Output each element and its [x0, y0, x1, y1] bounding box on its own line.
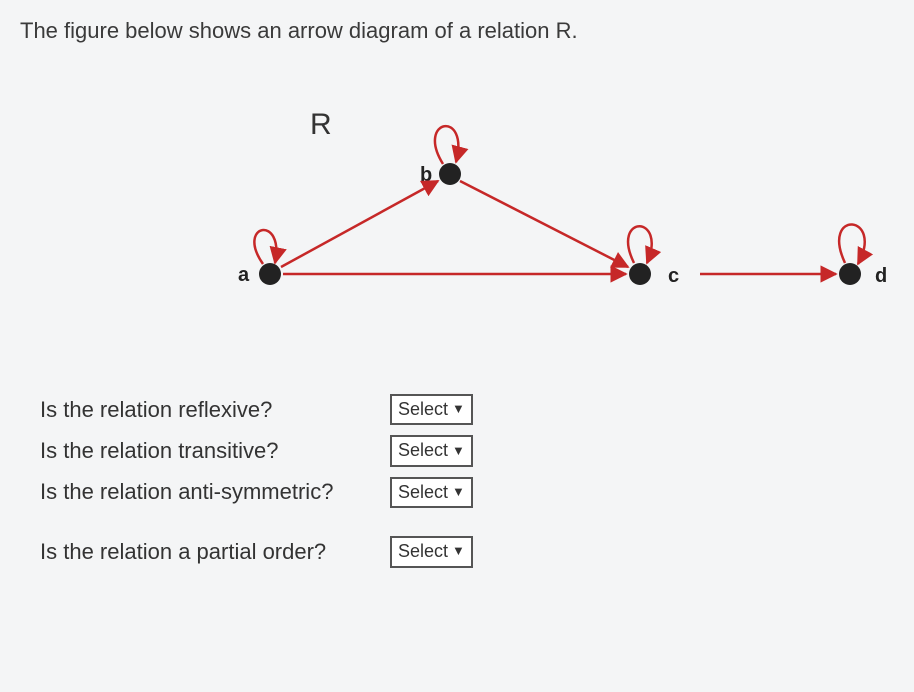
- question-label: Is the relation a partial order?: [40, 539, 390, 565]
- question-prompt: The figure below shows an arrow diagram …: [20, 18, 894, 44]
- loop-a: [254, 230, 276, 264]
- select-antisymmetric[interactable]: Select ▼: [390, 477, 473, 508]
- node-label-b: b: [420, 164, 432, 186]
- loop-c: [628, 226, 652, 263]
- question-label: Is the relation transitive?: [40, 438, 390, 464]
- node-b: [439, 163, 461, 185]
- select-reflexive[interactable]: Select ▼: [390, 394, 473, 425]
- question-label: Is the relation reflexive?: [40, 397, 390, 423]
- select-transitive[interactable]: Select ▼: [390, 435, 473, 466]
- node-label-c: c: [668, 265, 679, 287]
- loop-d: [839, 224, 865, 264]
- edge-a-b: [281, 181, 438, 267]
- question-row-reflexive: Is the relation reflexive? Select ▼: [40, 394, 894, 425]
- node-a: [259, 263, 281, 285]
- chevron-down-icon: ▼: [452, 443, 465, 460]
- questions-block: Is the relation reflexive? Select ▼ Is t…: [40, 394, 894, 568]
- node-label-d: d: [875, 265, 887, 287]
- relation-label: R: [310, 108, 332, 141]
- edge-b-c: [460, 181, 628, 267]
- question-row-antisymmetric: Is the relation anti-symmetric? Select ▼: [40, 477, 894, 508]
- chevron-down-icon: ▼: [452, 543, 465, 560]
- select-value: Select: [398, 439, 448, 462]
- question-row-partial-order: Is the relation a partial order? Select …: [40, 536, 894, 567]
- select-value: Select: [398, 481, 448, 504]
- question-row-transitive: Is the relation transitive? Select ▼: [40, 435, 894, 466]
- relation-diagram: R a b c d: [20, 74, 890, 354]
- select-value: Select: [398, 398, 448, 421]
- loop-b: [435, 126, 458, 164]
- question-label: Is the relation anti-symmetric?: [40, 479, 390, 505]
- chevron-down-icon: ▼: [452, 401, 465, 418]
- node-c: [629, 263, 651, 285]
- node-label-a: a: [238, 264, 250, 286]
- select-partial-order[interactable]: Select ▼: [390, 536, 473, 567]
- select-value: Select: [398, 540, 448, 563]
- chevron-down-icon: ▼: [452, 484, 465, 501]
- node-d: [839, 263, 861, 285]
